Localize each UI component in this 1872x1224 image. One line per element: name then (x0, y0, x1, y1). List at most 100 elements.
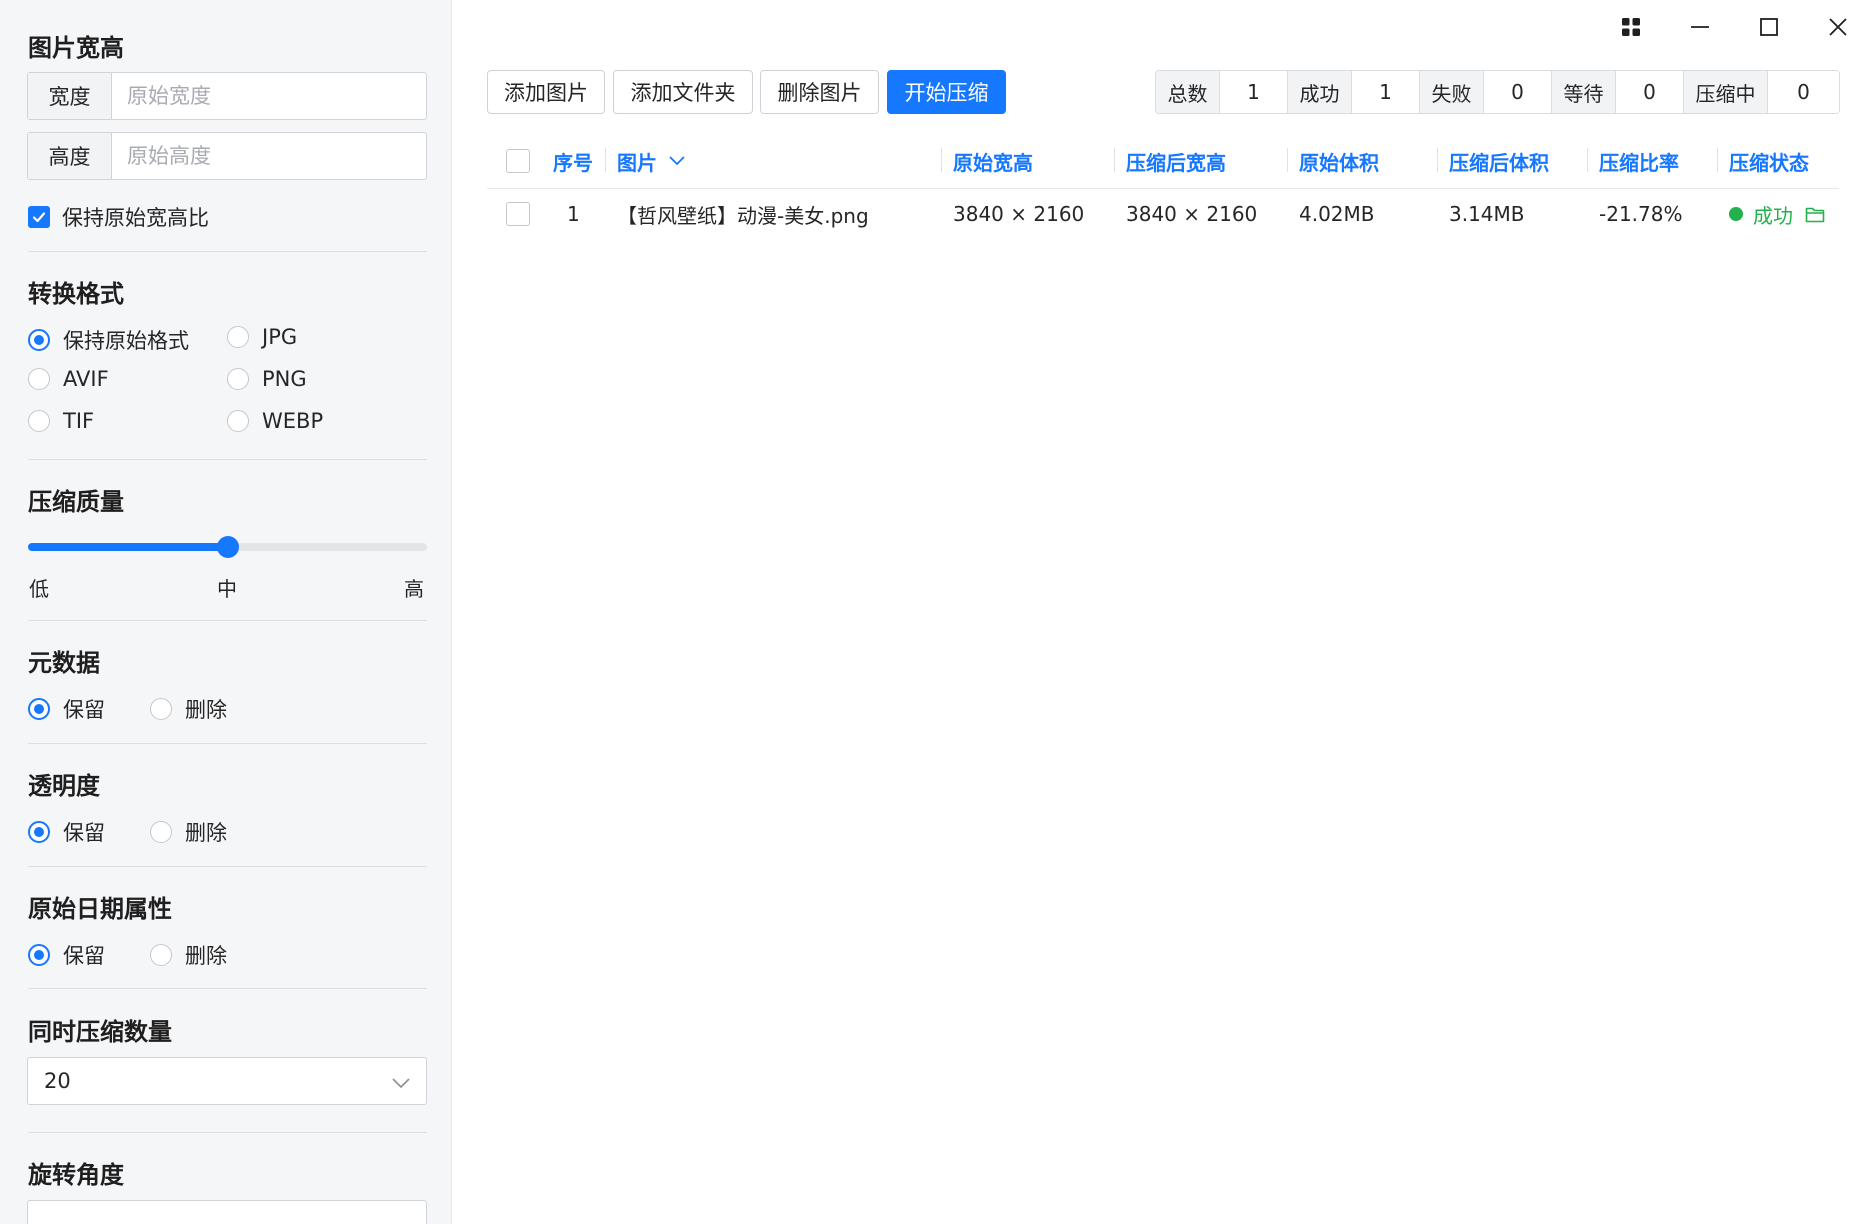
col-orig-volume[interactable]: 原始体积 (1299, 134, 1379, 188)
col-new-volume[interactable]: 压缩后体积 (1449, 134, 1549, 188)
divider (28, 1132, 427, 1133)
select-all-checkbox[interactable] (506, 149, 530, 173)
rotation-input[interactable] (27, 1200, 427, 1224)
transparency-radio-keep[interactable]: 保留 (28, 817, 105, 847)
quality-slider[interactable] (28, 536, 427, 558)
status-label: 成功 (1753, 203, 1793, 228)
transparency-section-title: 透明度 (28, 772, 100, 800)
stat-success-label: 成功 (1288, 71, 1352, 113)
row-ratio: -21.78% (1599, 202, 1683, 226)
divider (28, 988, 427, 989)
row-new-size: 3840 × 2160 (1126, 202, 1258, 226)
settings-sidebar: 图片宽高 宽度 高度 保持原始宽高比 转换格式 保持原始格式 JPG AVIF … (0, 0, 452, 1224)
maximize-icon[interactable] (1734, 12, 1803, 42)
divider (28, 251, 427, 252)
stat-waiting-label: 等待 (1552, 71, 1616, 113)
quality-low-label: 低 (29, 577, 49, 601)
width-prefix: 宽度 (28, 73, 112, 119)
chevron-down-icon (669, 156, 685, 166)
metadata-section-title: 元数据 (28, 649, 100, 677)
date-attr-radio-delete[interactable]: 删除 (150, 940, 227, 970)
concurrency-value: 20 (44, 1069, 71, 1093)
size-section-title: 图片宽高 (28, 34, 124, 62)
image-table: 序号 图片 原始宽高 压缩后宽高 原始体积 压缩后体积 压缩比率 压缩状态 1 … (487, 134, 1839, 239)
stat-waiting-value: 0 (1616, 71, 1684, 113)
metadata-radio-delete[interactable]: 删除 (150, 694, 227, 724)
folder-icon[interactable] (1805, 206, 1825, 223)
window-controls (1596, 12, 1872, 42)
column-separator (605, 148, 606, 172)
keep-ratio-checkbox[interactable]: 保持原始宽高比 (28, 202, 209, 232)
start-compress-button[interactable]: 开始压缩 (887, 70, 1006, 114)
col-new-size[interactable]: 压缩后宽高 (1126, 134, 1226, 188)
stat-success-value: 1 (1352, 71, 1420, 113)
minimize-icon[interactable] (1665, 12, 1734, 42)
format-radio-avif[interactable]: AVIF (28, 367, 109, 391)
delete-image-button[interactable]: 删除图片 (760, 70, 879, 114)
col-image[interactable]: 图片 (617, 134, 685, 188)
row-checkbox[interactable] (506, 202, 530, 226)
stats-bar: 总数 1 成功 1 失败 0 等待 0 压缩中 0 (1155, 70, 1840, 114)
quality-section-title: 压缩质量 (28, 488, 124, 516)
divider (28, 620, 427, 621)
column-separator (941, 148, 942, 172)
col-ratio[interactable]: 压缩比率 (1599, 134, 1679, 188)
transparency-radio-delete[interactable]: 删除 (150, 817, 227, 847)
col-status[interactable]: 压缩状态 (1729, 134, 1809, 188)
column-separator (1717, 148, 1718, 172)
width-input[interactable] (112, 73, 426, 119)
stat-compressing-label: 压缩中 (1684, 71, 1768, 113)
format-section-title: 转换格式 (28, 280, 124, 308)
height-input[interactable] (112, 133, 426, 179)
divider (28, 459, 427, 460)
checkbox-checked-icon (28, 206, 50, 228)
date-attr-radio-keep[interactable]: 保留 (28, 940, 105, 970)
format-radio-tif[interactable]: TIF (28, 409, 94, 433)
column-separator (1587, 148, 1588, 172)
close-icon[interactable] (1803, 12, 1872, 42)
height-prefix: 高度 (28, 133, 112, 179)
quality-slider-fill (28, 543, 228, 551)
row-filename: 【哲风壁纸】动漫-美女.png (617, 203, 869, 228)
row-orig-size: 3840 × 2160 (953, 202, 1085, 226)
chevron-down-icon (392, 1069, 410, 1093)
width-input-group: 宽度 (27, 72, 427, 120)
divider (28, 866, 427, 867)
stat-failed-value: 0 (1484, 71, 1552, 113)
stat-compressing-value: 0 (1768, 71, 1839, 113)
stat-failed-label: 失败 (1420, 71, 1484, 113)
concurrency-select[interactable]: 20 (27, 1057, 427, 1105)
row-index: 1 (567, 202, 580, 226)
status-dot-icon (1729, 207, 1743, 221)
quality-high-label: 高 (404, 577, 424, 601)
height-input-group: 高度 (27, 132, 427, 180)
format-radio-webp[interactable]: WEBP (227, 409, 323, 433)
row-orig-volume: 4.02MB (1299, 202, 1375, 226)
grid-icon[interactable] (1596, 12, 1665, 42)
keep-ratio-label: 保持原始宽高比 (62, 206, 209, 230)
table-row[interactable]: 1 【哲风壁纸】动漫-美女.png 3840 × 2160 3840 × 216… (487, 189, 1839, 239)
col-orig-size[interactable]: 原始宽高 (953, 134, 1033, 188)
select-all-cell (506, 134, 530, 188)
metadata-radio-keep[interactable]: 保留 (28, 694, 105, 724)
rotation-section-title: 旋转角度 (28, 1161, 124, 1189)
add-image-button[interactable]: 添加图片 (487, 70, 605, 114)
concurrency-section-title: 同时压缩数量 (28, 1018, 172, 1046)
quality-slider-thumb[interactable] (216, 536, 239, 558)
stat-total-label: 总数 (1156, 71, 1220, 113)
date-attr-section-title: 原始日期属性 (28, 895, 172, 923)
stat-total-value: 1 (1220, 71, 1288, 113)
col-index[interactable]: 序号 (553, 134, 593, 188)
quality-mid-label: 中 (217, 577, 237, 601)
table-header: 序号 图片 原始宽高 压缩后宽高 原始体积 压缩后体积 压缩比率 压缩状态 (487, 134, 1839, 189)
column-separator (1437, 148, 1438, 172)
row-status: 成功 (1729, 189, 1825, 239)
column-separator (1114, 148, 1115, 172)
column-separator (1287, 148, 1288, 172)
format-radio-jpg[interactable]: JPG (227, 325, 297, 349)
col-image-label: 图片 (617, 150, 657, 175)
divider (28, 743, 427, 744)
add-folder-button[interactable]: 添加文件夹 (613, 70, 753, 114)
format-radio-png[interactable]: PNG (227, 367, 307, 391)
format-radio-original[interactable]: 保持原始格式 (28, 325, 189, 355)
